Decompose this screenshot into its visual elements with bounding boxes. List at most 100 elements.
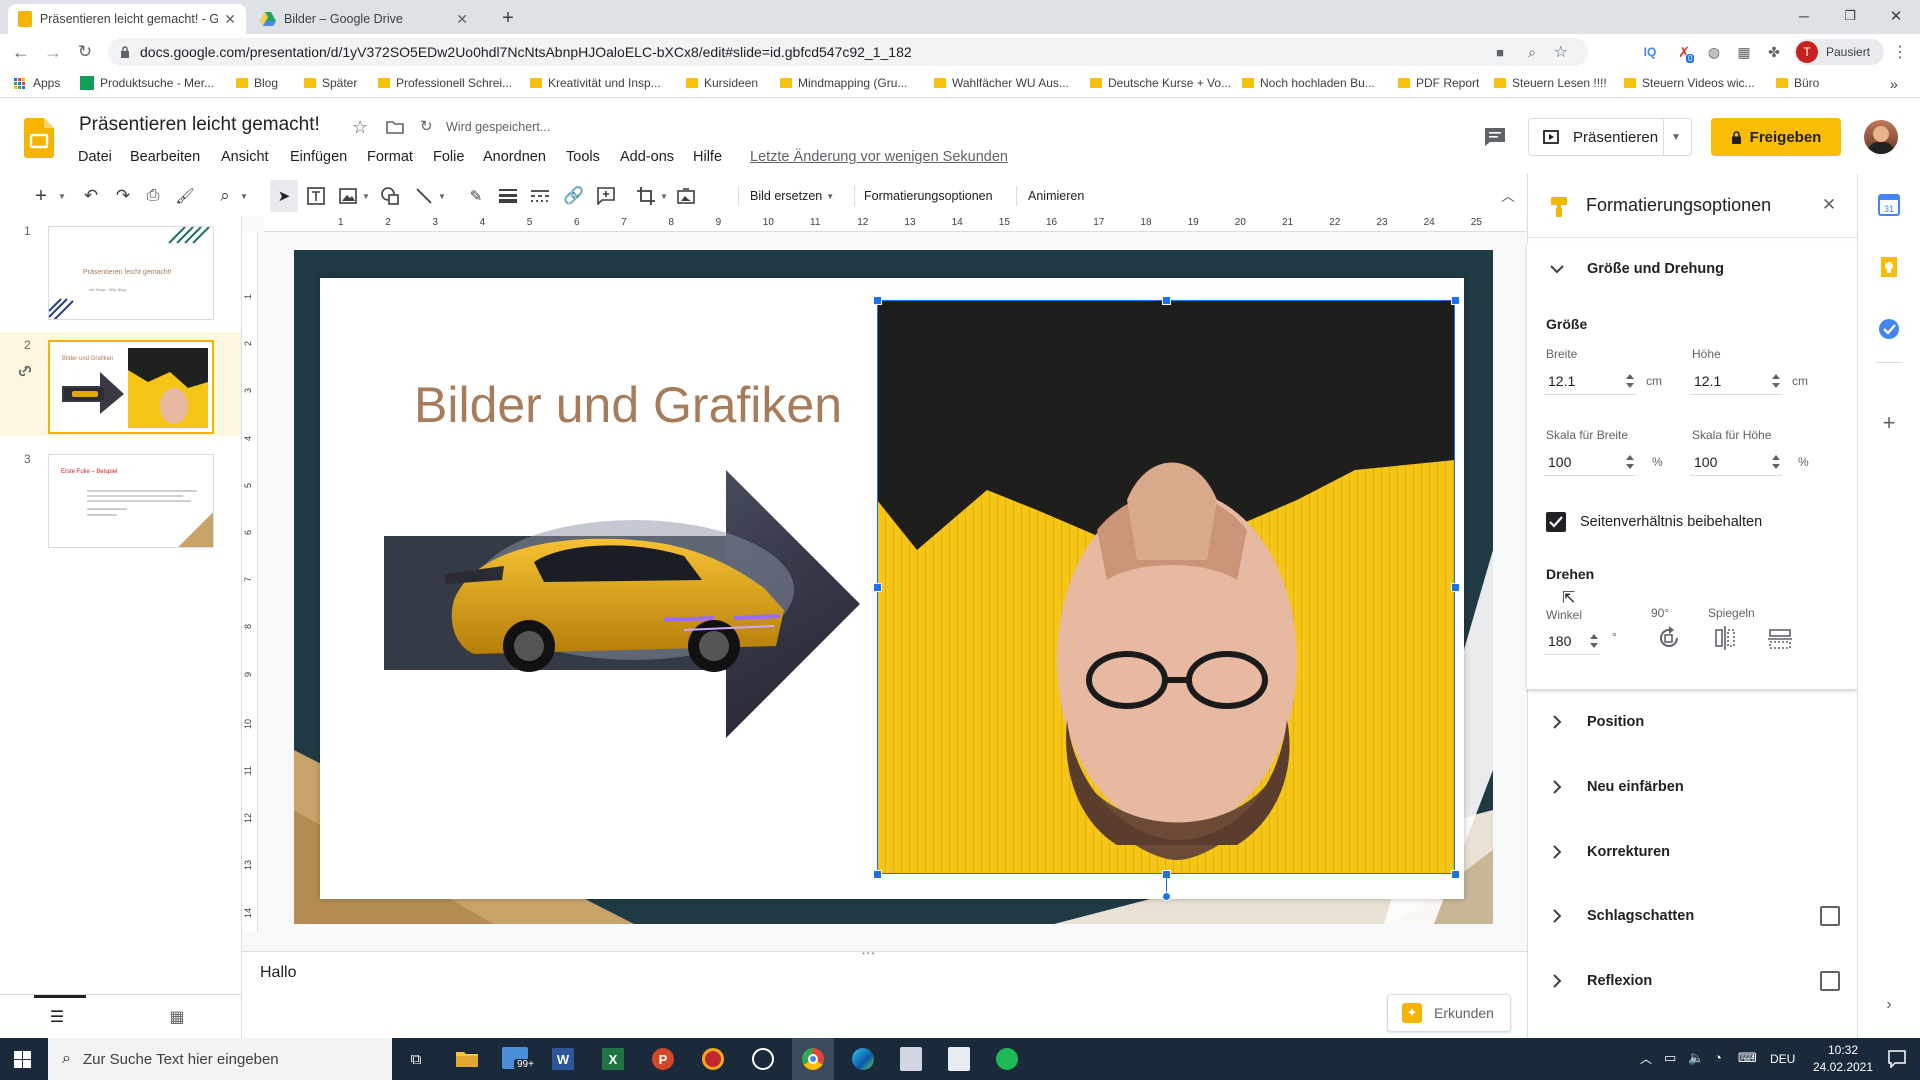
spotify-icon[interactable] xyxy=(996,1048,1018,1070)
chrome-icon[interactable] xyxy=(802,1048,824,1070)
network-tray-icon[interactable]: ▭ xyxy=(1664,1050,1676,1066)
user-avatar[interactable] xyxy=(1864,120,1898,154)
notes-text[interactable]: Hallo xyxy=(260,964,296,982)
calendar-icon[interactable]: 31 xyxy=(1878,194,1900,216)
border-color-icon[interactable]: ✎ xyxy=(464,180,488,212)
bookmark-folder[interactable]: Deutsche Kurse + Vo... xyxy=(1090,76,1231,90)
height-input[interactable]: 12.1 xyxy=(1690,367,1782,395)
comment-history-icon[interactable] xyxy=(1484,127,1506,147)
camera-icon[interactable]: ■ xyxy=(1496,45,1504,60)
app-icon[interactable] xyxy=(702,1048,724,1070)
width-input[interactable]: 12.1 xyxy=(1544,367,1636,395)
line-dropdown-icon[interactable]: ▼ xyxy=(436,180,448,212)
crop-icon[interactable] xyxy=(634,180,658,212)
more-bookmarks-icon[interactable]: » xyxy=(1890,76,1898,92)
puzzle-extensions-icon[interactable]: ✤ xyxy=(1764,42,1784,62)
line-icon[interactable] xyxy=(412,180,436,212)
restore-window-icon[interactable]: ❐ xyxy=(1838,6,1862,26)
wifi-icon[interactable]: ◔ xyxy=(1714,1050,1722,1065)
notifications-icon[interactable] xyxy=(1888,1050,1906,1068)
menu-help[interactable]: Hilfe xyxy=(693,149,722,165)
notepad-icon[interactable] xyxy=(900,1047,922,1071)
resize-handle-sw[interactable] xyxy=(873,870,882,879)
word-icon[interactable]: W xyxy=(552,1048,574,1070)
rotate-90-icon[interactable] xyxy=(1656,626,1682,650)
minimize-window-icon[interactable]: ─ xyxy=(1792,6,1816,26)
menu-slide[interactable]: Folie xyxy=(433,149,464,165)
flip-vertical-icon[interactable] xyxy=(1768,628,1792,650)
tab-drive[interactable]: Bilder – Google Drive ✕ xyxy=(250,4,480,34)
text-box-icon[interactable] xyxy=(304,180,328,212)
menu-insert[interactable]: Einfügen xyxy=(290,149,347,165)
spinner-icon[interactable] xyxy=(1626,454,1634,470)
bookmark-star-icon[interactable]: ☆ xyxy=(1554,42,1568,62)
format-options-button[interactable]: Formatierungsoptionen xyxy=(860,180,997,212)
close-window-icon[interactable]: ✕ xyxy=(1884,6,1908,26)
bookmark-folder[interactable]: Professionell Schrei... xyxy=(378,76,512,90)
document-icon[interactable] xyxy=(948,1047,970,1071)
arrow-car-image[interactable] xyxy=(384,470,864,740)
bookmark-apps[interactable]: Apps xyxy=(14,76,60,90)
bookmark-folder[interactable]: Kursideen xyxy=(686,76,758,90)
bookmark-folder[interactable]: Steuern Lesen !!!! xyxy=(1494,76,1607,90)
insert-image-icon[interactable] xyxy=(336,180,360,212)
clock[interactable]: 10:32 24.02.2021 xyxy=(1808,1043,1878,1074)
comment-add-icon[interactable] xyxy=(594,180,618,212)
volume-icon[interactable]: 🔈 xyxy=(1688,1050,1704,1066)
section-position[interactable]: Position xyxy=(1527,697,1857,747)
excel-icon[interactable]: X xyxy=(602,1048,624,1070)
move-folder-icon[interactable] xyxy=(386,120,404,134)
zoom-icon[interactable]: ⌕ xyxy=(1528,44,1536,61)
replace-image-button[interactable]: Bild ersetzen ▼ xyxy=(746,180,838,212)
menu-edit[interactable]: Bearbeiten xyxy=(130,149,200,165)
slides-logo-icon[interactable] xyxy=(24,118,54,158)
grid-extension-icon[interactable]: ▦ xyxy=(1734,42,1754,62)
section-size-rotation[interactable]: Größe und Drehung xyxy=(1527,244,1857,294)
zoom-dropdown-icon[interactable]: ▼ xyxy=(238,180,250,212)
bookmark-item[interactable]: Produktsuche - Mer... xyxy=(80,76,214,90)
present-button[interactable]: Präsentieren ▼ xyxy=(1528,118,1692,156)
crop-dropdown-icon[interactable]: ▼ xyxy=(658,180,670,212)
last-edit-link[interactable]: Letzte Änderung vor wenigen Sekunden xyxy=(750,149,1008,165)
menu-format[interactable]: Format xyxy=(367,149,413,165)
obs-icon[interactable] xyxy=(752,1048,774,1070)
resize-handle-se[interactable] xyxy=(1451,870,1460,879)
profile-button[interactable]: T Pausiert xyxy=(1794,39,1884,65)
section-reflection[interactable]: Reflexion xyxy=(1527,956,1857,1006)
file-explorer-icon[interactable] xyxy=(456,1049,478,1067)
shape-icon[interactable] xyxy=(378,180,402,212)
bookmark-folder[interactable]: Später xyxy=(304,76,357,90)
bookmark-folder[interactable]: Kreativität und Insp... xyxy=(530,76,661,90)
spinner-icon[interactable] xyxy=(1626,373,1634,389)
forward-icon[interactable]: → xyxy=(42,42,64,62)
tab-presentation[interactable]: Präsentieren leicht gemacht! - G ✕ xyxy=(8,4,246,34)
star-icon[interactable]: ☆ xyxy=(352,117,368,138)
slide-title[interactable]: Bilder und Grafiken xyxy=(414,376,842,434)
close-panel-icon[interactable]: ✕ xyxy=(1818,194,1840,216)
present-dropdown-icon[interactable]: ▼ xyxy=(1671,132,1681,143)
close-tab-icon[interactable]: ✕ xyxy=(456,11,468,28)
flip-horizontal-icon[interactable] xyxy=(1714,626,1736,650)
share-button[interactable]: Freigeben xyxy=(1711,118,1841,156)
section-adjustments[interactable]: Korrekturen xyxy=(1527,827,1857,877)
expand-panel-icon[interactable]: › xyxy=(1878,994,1900,1016)
reload-icon[interactable]: ↻ xyxy=(74,42,96,62)
zoom-icon[interactable]: ⌕ xyxy=(214,180,236,212)
address-bar[interactable]: docs.google.com/presentation/d/1yV372SO5… xyxy=(108,38,1588,66)
keep-icon[interactable] xyxy=(1878,256,1900,278)
new-tab-icon[interactable]: + xyxy=(496,6,520,30)
angle-input[interactable]: 180 xyxy=(1544,627,1600,655)
animate-button[interactable]: Animieren xyxy=(1022,180,1090,212)
resize-handle-w[interactable] xyxy=(873,583,882,592)
bookmark-folder[interactable]: Wahlfächer WU Aus... xyxy=(934,76,1069,90)
language-indicator[interactable]: DEU xyxy=(1770,1052,1795,1066)
bookmark-folder[interactable]: PDF Report xyxy=(1398,76,1479,90)
resize-handle-ne[interactable] xyxy=(1451,296,1460,305)
select-cursor-icon[interactable]: ➤ xyxy=(270,180,298,212)
slide-thumbnail-2[interactable]: Bilder und Grafiken xyxy=(48,340,214,434)
bookmark-folder[interactable]: Noch hochladen Bu... xyxy=(1242,76,1375,90)
paint-format-icon[interactable]: 🖌 xyxy=(174,180,196,212)
slide-thumbnail-3[interactable]: Erste Folie – Beispiel xyxy=(48,454,214,548)
aspect-ratio-checkbox[interactable] xyxy=(1546,512,1566,532)
print-icon[interactable]: ⎙ xyxy=(142,180,164,212)
